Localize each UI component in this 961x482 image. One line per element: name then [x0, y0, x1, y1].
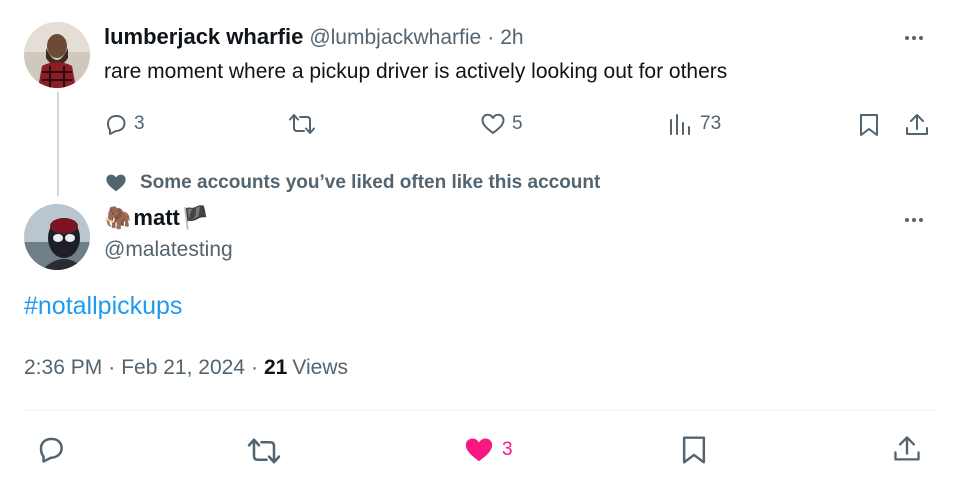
- hashtag-link[interactable]: #notallpickups: [24, 292, 182, 321]
- bookmark-icon: [860, 114, 878, 136]
- tweet-text: rare moment where a pickup driver is act…: [104, 60, 728, 83]
- share-icon: [894, 436, 920, 461]
- bookmark-button[interactable]: [680, 434, 708, 466]
- like-button[interactable]: 3: [462, 435, 513, 465]
- tweet-date[interactable]: Feb 21, 2024: [121, 356, 245, 380]
- views-count: 21: [263, 356, 288, 379]
- retweet-icon: [289, 114, 315, 134]
- black-flag-icon: 🏴: [181, 205, 210, 230]
- share-icon: [906, 114, 928, 135]
- reply-icon: [39, 437, 63, 463]
- more-dots-icon: [905, 218, 909, 222]
- avatar-matt[interactable]: [24, 204, 90, 270]
- bookmark-icon: [682, 436, 706, 464]
- separator-dot: ·: [487, 26, 495, 49]
- reply-icon: [107, 115, 126, 135]
- retweet-button[interactable]: [288, 112, 316, 136]
- mammoth-emoji-icon: 🦣: [104, 205, 132, 230]
- share-button[interactable]: [892, 434, 922, 464]
- more-dots-icon: [905, 36, 909, 40]
- more-options-button[interactable]: [905, 218, 923, 222]
- avatar-photo: [24, 22, 90, 88]
- views-button[interactable]: 73: [668, 112, 721, 136]
- retweet-icon: [247, 438, 281, 464]
- views-bar-icon: [670, 114, 690, 135]
- timestamp[interactable]: 2h: [500, 26, 523, 50]
- bookmark-button[interactable]: [858, 112, 880, 138]
- tweet-time[interactable]: 2:36 PM: [24, 356, 102, 380]
- avatar-lumberjack[interactable]: [24, 22, 90, 88]
- heart-icon: [481, 113, 505, 134]
- filled-heart-icon: [106, 174, 126, 192]
- views-label: Views: [292, 356, 348, 379]
- like-button[interactable]: 5: [480, 112, 523, 136]
- reply-button[interactable]: 3: [104, 112, 145, 136]
- tweet-author-name[interactable]: 🦣 matt 🏴: [104, 205, 209, 231]
- avatar-photo: [24, 204, 90, 270]
- tweet-meta: 2:36 PM · Feb 21, 2024 · 21 Views: [24, 356, 348, 380]
- like-count: 5: [512, 113, 523, 134]
- separator-dot: ·: [250, 356, 258, 379]
- divider: [24, 410, 935, 411]
- display-name: matt: [133, 205, 180, 230]
- heart-icon: [465, 438, 493, 462]
- tweet-header: lumberjack wharfie @lumbjackwharfie · 2h: [104, 24, 524, 50]
- display-name[interactable]: lumberjack wharfie: [104, 24, 303, 50]
- social-context-text: Some accounts you’ve liked often like th…: [140, 172, 601, 193]
- reply-count: 3: [134, 113, 145, 134]
- share-button[interactable]: [904, 112, 930, 138]
- user-handle[interactable]: @malatesting: [104, 238, 233, 262]
- more-options-button[interactable]: [905, 36, 923, 40]
- social-context: Some accounts you’ve liked often like th…: [104, 172, 600, 194]
- reply-button[interactable]: [36, 434, 66, 464]
- retweet-button[interactable]: [246, 436, 282, 466]
- thread-connector-line: [57, 92, 59, 196]
- like-count: 3: [502, 439, 513, 460]
- user-handle[interactable]: @lumbjackwharfie: [309, 26, 481, 50]
- views-count: 73: [700, 113, 722, 134]
- views-summary[interactable]: 21 Views: [264, 356, 348, 380]
- separator-dot: ·: [108, 356, 116, 379]
